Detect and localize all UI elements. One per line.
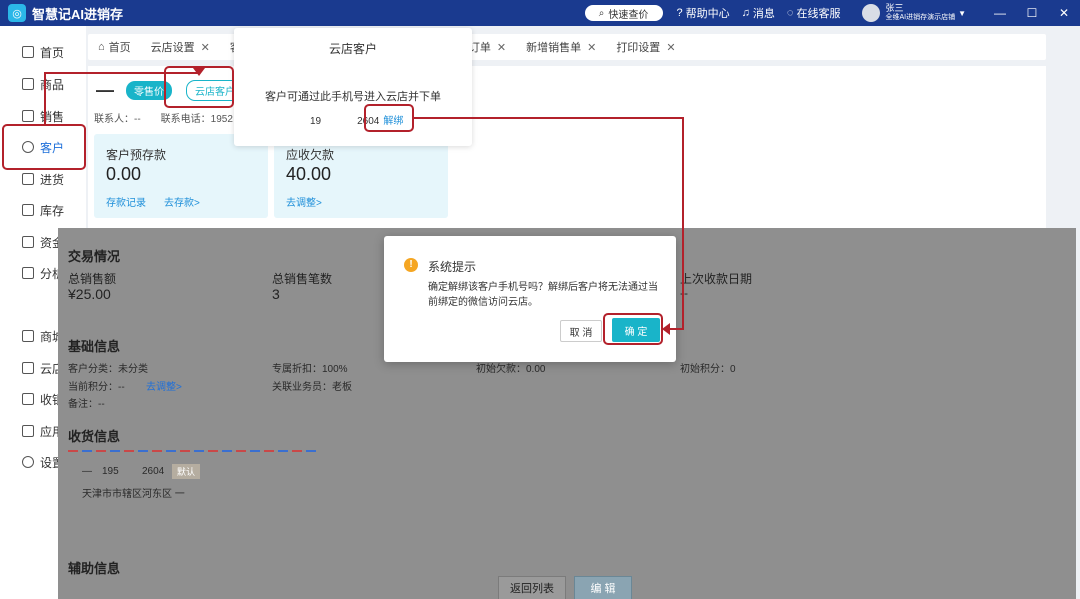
total-sales-value: ¥25.00 bbox=[68, 286, 111, 302]
remark: 备注：-- bbox=[68, 399, 105, 410]
close-button[interactable]: ✕ bbox=[1048, 6, 1080, 20]
cloud-customer-popover: 云店客户 客户可通过此手机号进入云店并下单 19 2604 解绑 bbox=[234, 28, 472, 146]
deposit-records-link[interactable]: 存款记录 bbox=[106, 194, 146, 209]
connector-line bbox=[44, 72, 200, 74]
basic-section-title: 基础信息 bbox=[68, 339, 121, 354]
tab-print-settings[interactable]: 打印设置 ✕ bbox=[606, 39, 685, 55]
prepaid-label: 客户预存款 bbox=[106, 148, 167, 162]
tab-cloud-settings[interactable]: 云店设置 ✕ bbox=[141, 39, 220, 55]
box-icon bbox=[22, 78, 34, 90]
popover-title: 云店客户 bbox=[328, 42, 377, 56]
contact-person: 联系人：-- bbox=[94, 114, 141, 125]
total-count-value: 3 bbox=[272, 286, 280, 302]
online-support-link[interactable]: ◌ 在线客服 bbox=[787, 5, 841, 21]
monitor-icon bbox=[22, 393, 34, 405]
contact-phone: 联系电话：1952 bbox=[160, 114, 233, 125]
sidebar-item-inventory[interactable]: 库存 bbox=[0, 194, 86, 226]
store-icon bbox=[22, 362, 34, 374]
adjust-debt-link[interactable]: 去调整> bbox=[286, 194, 322, 209]
close-icon[interactable]: ✕ bbox=[666, 41, 675, 54]
receivable-card: 应收欠款 40.00 去调整> bbox=[274, 134, 448, 218]
highlight-confirm bbox=[603, 313, 663, 345]
wallet-icon bbox=[22, 236, 34, 248]
initial-debt: 初始欠款：0.00 bbox=[476, 364, 546, 375]
trade-section-title: 交易情况 bbox=[68, 249, 121, 264]
customer-category: 客户分类：未分类 bbox=[68, 364, 148, 375]
salesperson: 关联业务员：老板 bbox=[272, 382, 352, 393]
warehouse-icon bbox=[22, 204, 34, 216]
last-receipt-label: 上次收款日期 bbox=[680, 272, 753, 286]
chart-icon bbox=[22, 267, 34, 279]
close-icon[interactable]: ✕ bbox=[497, 41, 506, 54]
prepaid-card: 客户预存款 0.00 存款记录 去存款> bbox=[94, 134, 268, 218]
connector-line bbox=[414, 117, 684, 119]
default-address-badge: 默认 bbox=[172, 464, 201, 479]
app-logo-icon: ◎ bbox=[8, 4, 26, 22]
arrow-down-icon bbox=[193, 68, 205, 76]
arrow-left-icon bbox=[662, 323, 670, 335]
total-sales-label: 总销售额 bbox=[68, 272, 117, 286]
shipping-phone-start: 195 bbox=[102, 466, 119, 477]
highlight-unbind bbox=[364, 104, 414, 132]
aux-section-title: 辅助信息 bbox=[68, 561, 121, 576]
home-icon: ⌂ bbox=[98, 41, 105, 53]
page-tabs: ⌂首页 云店设置✕ 客 订单✕ 新增销售单✕ 打印设置✕ bbox=[88, 34, 1046, 60]
receivable-value: 40.00 bbox=[286, 164, 332, 184]
initial-points: 初始积分：0 bbox=[680, 364, 736, 375]
receivable-label: 应收欠款 bbox=[286, 148, 335, 162]
quick-price-search[interactable]: ⌕ 快速查价 bbox=[584, 5, 663, 21]
shop-icon bbox=[22, 330, 34, 342]
home-icon bbox=[22, 46, 34, 58]
edit-button[interactable]: 编 辑 bbox=[574, 576, 632, 599]
user-menu[interactable]: 张三 全维AI进销存演示店铺 ▼ bbox=[862, 4, 966, 22]
close-icon[interactable]: ✕ bbox=[587, 41, 596, 54]
connector-line bbox=[668, 328, 684, 330]
shipping-address: 天津市市辖区河东区 一 bbox=[82, 489, 185, 500]
minimize-button[interactable]: — bbox=[984, 6, 1016, 20]
store-name: 全维AI进销存演示店铺 bbox=[885, 14, 956, 21]
exclusive-discount: 专属折扣：100% bbox=[272, 364, 348, 375]
maximize-button[interactable]: ☐ bbox=[1016, 6, 1048, 20]
warning-icon: ! bbox=[404, 258, 418, 272]
messages-link[interactable]: ♫ 消息 bbox=[742, 5, 775, 21]
shipping-name: — bbox=[82, 466, 92, 477]
prepaid-value: 0.00 bbox=[106, 164, 142, 184]
bell-icon: ♫ bbox=[741, 7, 750, 19]
help-center-link[interactable]: ? 帮助中心 bbox=[677, 5, 730, 21]
shield-icon bbox=[22, 425, 34, 437]
dialog-message: 确定解绑该客户手机号吗？解绑后客户将无法通过当前绑定的微信访问云店。 bbox=[428, 282, 658, 308]
title-bar: ◎ 智慧记AI进销存 ⌕ 快速查价 ? 帮助中心 ♫ 消息 ◌ 在线客服 张三 全维A… bbox=[0, 0, 1080, 26]
address-divider bbox=[68, 450, 320, 452]
app-title: 智慧记AI进销存 bbox=[32, 6, 124, 22]
close-icon[interactable]: ✕ bbox=[201, 41, 210, 54]
customer-name: — bbox=[96, 80, 114, 100]
shipping-phone-end: 2604 bbox=[142, 466, 165, 477]
user-name: 张三 bbox=[885, 3, 904, 13]
headset-icon: ◌ bbox=[786, 7, 794, 19]
adjust-points-link[interactable]: 去调整> bbox=[146, 378, 182, 393]
document-icon bbox=[22, 110, 34, 122]
connector-line bbox=[44, 72, 46, 126]
search-icon: ⌕ bbox=[598, 7, 605, 19]
help-icon: ? bbox=[676, 7, 683, 19]
tab-new-sales-order[interactable]: 新增销售单 ✕ bbox=[516, 39, 606, 55]
cancel-button[interactable]: 取 消 bbox=[560, 320, 602, 342]
chevron-down-icon: ▼ bbox=[958, 8, 966, 18]
total-count-label: 总销售笔数 bbox=[272, 272, 333, 286]
shipping-section-title: 收货信息 bbox=[68, 429, 121, 444]
go-deposit-link[interactable]: 去存款> bbox=[164, 194, 200, 209]
popover-description: 客户可通过此手机号进入云店并下单 bbox=[265, 91, 441, 103]
sidebar-item-home[interactable]: 首页 bbox=[0, 36, 86, 68]
tab-home[interactable]: ⌂ 首页 bbox=[88, 39, 141, 55]
connector-line bbox=[682, 117, 684, 330]
current-points: 当前积分：-- bbox=[68, 382, 125, 393]
back-to-list-button[interactable]: 返回列表 bbox=[498, 576, 566, 599]
gear-icon bbox=[22, 456, 34, 468]
highlight-customer-menu bbox=[2, 124, 86, 170]
avatar bbox=[862, 4, 881, 22]
cart-icon bbox=[22, 173, 34, 185]
dialog-title: 系统提示 bbox=[428, 260, 477, 274]
